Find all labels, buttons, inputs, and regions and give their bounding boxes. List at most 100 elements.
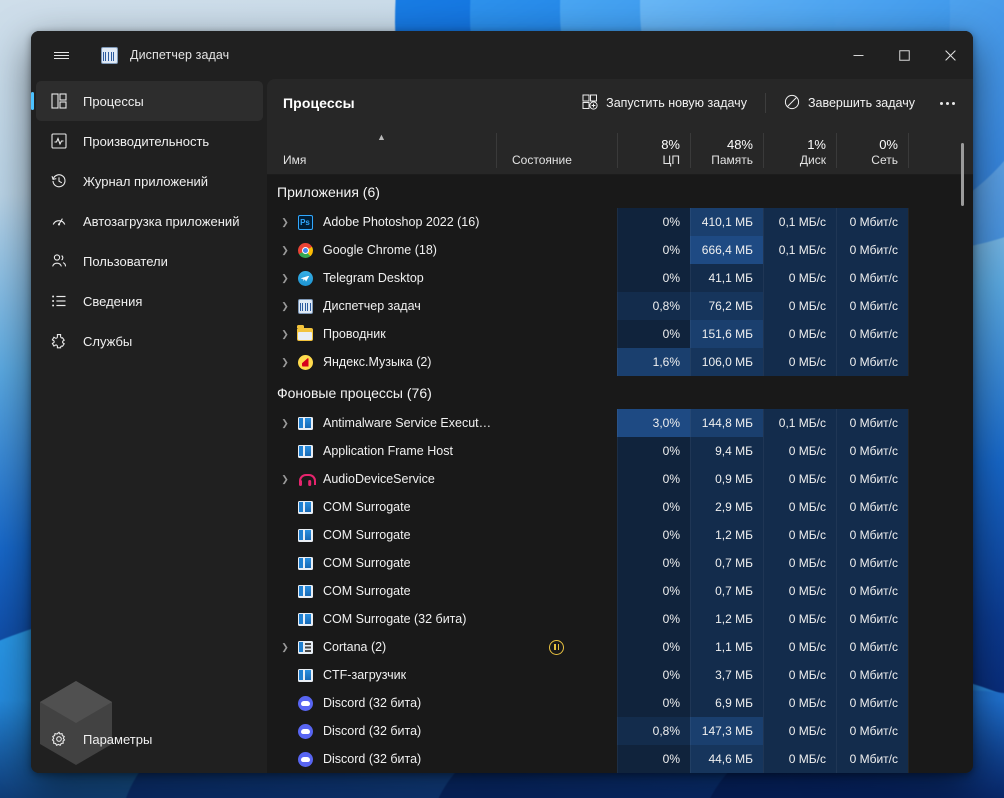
column-header-label: ЦП: [662, 153, 680, 167]
table-row[interactable]: ❯ Antimalware Service Executable 3,0% 144,8…: [267, 409, 973, 437]
process-name-cell[interactable]: Discord (32 бита): [267, 717, 496, 745]
expand-chevron-icon[interactable]: ❯: [277, 474, 293, 485]
process-name-cell[interactable]: ❯ Antimalware Service Executable: [267, 409, 496, 437]
expand-chevron-icon[interactable]: ❯: [277, 329, 293, 340]
table-row[interactable]: COM Surrogate (32 бита) 0% 1,2 МБ 0 МБ/с 0 М…: [267, 605, 973, 633]
process-status-cell: [496, 437, 617, 465]
process-disk-cell: 0 МБ/с: [763, 264, 836, 292]
column-header-disk[interactable]: 1% Диск: [763, 127, 836, 174]
process-cpu-cell: 0%: [617, 549, 690, 577]
desktop-background: Диспетчер задач Процессы Производительно…: [0, 0, 1004, 798]
expand-chevron-icon[interactable]: ❯: [277, 217, 293, 228]
table-row[interactable]: COM Surrogate 0% 0,7 МБ 0 МБ/с 0 Мбит/с: [267, 577, 973, 605]
sidebar-item-details[interactable]: Сведения: [36, 281, 263, 321]
process-disk-cell: 0 МБ/с: [763, 348, 836, 376]
process-name-cell[interactable]: COM Surrogate: [267, 521, 496, 549]
maximize-button[interactable]: [881, 31, 927, 79]
process-name: COM Surrogate (32 бита): [323, 612, 467, 626]
process-cpu-cell: 3,0%: [617, 409, 690, 437]
process-disk-cell: 0 МБ/с: [763, 493, 836, 521]
sidebar-item-services[interactable]: Службы: [36, 321, 263, 361]
table-row[interactable]: ❯ Google Chrome (18) 0% 666,4 МБ 0,1 МБ/с 0 М…: [267, 236, 973, 264]
column-header-name[interactable]: ▲ Имя: [267, 127, 496, 174]
table-row[interactable]: ❯ Проводник 0% 151,6 МБ 0 МБ/с 0 Мбит/с: [267, 320, 973, 348]
process-name-cell[interactable]: COM Surrogate: [267, 577, 496, 605]
end-task-button[interactable]: Завершить задачу: [774, 87, 925, 119]
process-name-cell[interactable]: COM Surrogate: [267, 549, 496, 577]
expand-chevron-icon[interactable]: ❯: [277, 642, 293, 653]
table-row[interactable]: Discord (32 бита) 0% 6,9 МБ 0 МБ/с 0 Мбит/с: [267, 689, 973, 717]
process-name-cell[interactable]: ❯ Яндекс.Музыка (2): [267, 348, 496, 376]
expand-chevron-icon[interactable]: ❯: [277, 273, 293, 284]
table-row[interactable]: ❯ Telegram Desktop 0% 41,1 МБ 0 МБ/с 0 Мбит/с: [267, 264, 973, 292]
scrollbar-thumb[interactable]: [961, 143, 964, 206]
process-status-cell: [496, 549, 617, 577]
process-name-cell[interactable]: ❯ AudioDeviceService: [267, 465, 496, 493]
process-name-cell[interactable]: ❯ Проводник: [267, 320, 496, 348]
process-name: Google Chrome (18): [323, 243, 437, 257]
sidebar-item-startup-apps[interactable]: Автозагрузка приложений: [36, 201, 263, 241]
process-status-cell: [496, 633, 617, 661]
process-name-cell[interactable]: COM Surrogate: [267, 493, 496, 521]
process-status-cell: [496, 348, 617, 376]
close-button[interactable]: [927, 31, 973, 79]
minimize-button[interactable]: [835, 31, 881, 79]
process-memory-cell: 106,0 МБ: [690, 348, 763, 376]
table-row[interactable]: Discord (32 бита) 0% 44,6 МБ 0 МБ/с 0 Мбит/с: [267, 745, 973, 773]
table-row[interactable]: ❯ Яндекс.Музыка (2) 1,6% 106,0 МБ 0 МБ/с 0 Мб…: [267, 348, 973, 376]
process-name-cell[interactable]: Discord (32 бита): [267, 689, 496, 717]
process-list[interactable]: Приложения (6) ❯ Ps Adobe Photoshop 2022 (1…: [267, 175, 973, 773]
process-name-cell[interactable]: Application Frame Host: [267, 437, 496, 465]
table-row[interactable]: Application Frame Host 0% 9,4 МБ 0 МБ/с 0 Мб…: [267, 437, 973, 465]
details-icon: [49, 291, 69, 311]
process-name-cell[interactable]: ❯ Ps Adobe Photoshop 2022 (16): [267, 208, 496, 236]
process-name: Cortana (2): [323, 640, 387, 654]
table-row[interactable]: COM Surrogate 0% 2,9 МБ 0 МБ/с 0 Мбит/с: [267, 493, 973, 521]
column-header-network[interactable]: 0% Сеть: [836, 127, 908, 174]
table-row[interactable]: CTF-загрузчик 0% 3,7 МБ 0 МБ/с 0 Мбит/с: [267, 661, 973, 689]
more-options-icon[interactable]: [931, 87, 963, 119]
sidebar-item-processes[interactable]: Процессы: [31, 81, 263, 121]
process-network-cell: 0 Мбит/с: [836, 633, 908, 661]
column-header-status[interactable]: Состояние: [496, 127, 617, 174]
table-row[interactable]: COM Surrogate 0% 1,2 МБ 0 МБ/с 0 Мбит/с: [267, 521, 973, 549]
process-disk-cell: 0 МБ/с: [763, 605, 836, 633]
process-disk-cell: 0 МБ/с: [763, 320, 836, 348]
table-row[interactable]: COM Surrogate 0% 0,7 МБ 0 МБ/с 0 Мбит/с: [267, 549, 973, 577]
table-row[interactable]: ❯ Cortana (2) 0% 1,1 МБ 0 МБ/с 0 Мбит/с: [267, 633, 973, 661]
process-name-cell[interactable]: Discord (32 бита): [267, 745, 496, 773]
table-row[interactable]: Discord (32 бита) 0,8% 147,3 МБ 0 МБ/с 0 Мби…: [267, 717, 973, 745]
table-row[interactable]: ❯ Диспетчер задач 0,8% 76,2 МБ 0 МБ/с 0 Мбит/…: [267, 292, 973, 320]
process-list-scrollbar[interactable]: [957, 137, 969, 767]
process-disk-cell: 0 МБ/с: [763, 521, 836, 549]
expand-chevron-icon[interactable]: ❯: [277, 357, 293, 368]
process-name-cell[interactable]: ❯ Cortana (2): [267, 633, 496, 661]
expand-chevron-icon[interactable]: ❯: [277, 245, 293, 256]
process-cpu-cell: 0%: [617, 689, 690, 717]
run-new-task-button[interactable]: Запустить новую задачу: [572, 87, 757, 119]
task-manager-icon: [101, 46, 118, 64]
sidebar-item-settings[interactable]: Параметры: [36, 719, 263, 759]
column-header-label: Сеть: [871, 153, 898, 167]
column-header-cpu[interactable]: 8% ЦП: [617, 127, 690, 174]
process-disk-cell: 0 МБ/с: [763, 745, 836, 773]
process-name-cell[interactable]: ❯ Диспетчер задач: [267, 292, 496, 320]
table-row[interactable]: ❯ Ps Adobe Photoshop 2022 (16) 0% 410,1 МБ 0,…: [267, 208, 973, 236]
telegram-icon: [297, 270, 313, 286]
sidebar-item-users[interactable]: Пользователи: [36, 241, 263, 281]
sidebar-item-app-history[interactable]: Журнал приложений: [36, 161, 263, 201]
process-name-cell[interactable]: ❯ Telegram Desktop: [267, 264, 496, 292]
expand-chevron-icon[interactable]: ❯: [277, 418, 293, 429]
column-header-memory[interactable]: 48% Память: [690, 127, 763, 174]
hamburger-menu-icon[interactable]: [39, 39, 83, 71]
process-name-cell[interactable]: CTF-загрузчик: [267, 661, 496, 689]
table-row[interactable]: ❯ AudioDeviceService 0% 0,9 МБ 0 МБ/с 0 Мбит/…: [267, 465, 973, 493]
process-disk-cell: 0 МБ/с: [763, 465, 836, 493]
process-name-cell[interactable]: ❯ Google Chrome (18): [267, 236, 496, 264]
performance-icon: [49, 131, 69, 151]
process-cpu-cell: 0%: [617, 745, 690, 773]
photoshop-icon: Ps: [297, 214, 313, 230]
process-name-cell[interactable]: COM Surrogate (32 бита): [267, 605, 496, 633]
sidebar-item-performance[interactable]: Производительность: [36, 121, 263, 161]
expand-chevron-icon[interactable]: ❯: [277, 301, 293, 312]
